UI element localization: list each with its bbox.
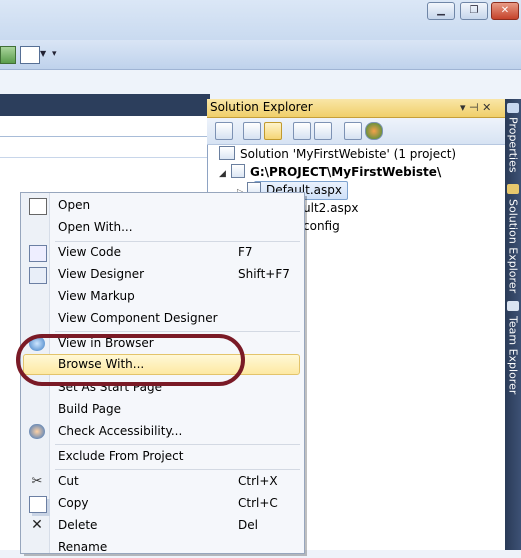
dock-tab-label: Properties bbox=[506, 117, 520, 173]
menu-separator bbox=[55, 444, 300, 445]
solution-explorer-icon bbox=[507, 184, 519, 194]
menu-item-label: Exclude From Project bbox=[58, 449, 184, 463]
show-all-files-icon[interactable] bbox=[264, 122, 282, 140]
dock-tab-properties[interactable]: Properties bbox=[505, 114, 521, 180]
open-file-icon bbox=[29, 198, 47, 215]
dock-tab-label: Team Explorer bbox=[506, 316, 520, 395]
menu-item-shortcut: Del bbox=[238, 518, 258, 532]
view-designer-icon bbox=[29, 267, 47, 284]
tree-node-config[interactable]: config bbox=[303, 217, 340, 235]
menu-item-view-designer[interactable]: View Designer Shift+F7 bbox=[23, 264, 300, 285]
annotation-ellipse bbox=[16, 334, 245, 386]
menu-item-view-component-designer[interactable]: View Component Designer bbox=[23, 308, 300, 329]
menu-item-open-with[interactable]: Open With... bbox=[23, 217, 300, 238]
editor-divider bbox=[0, 136, 210, 137]
refresh-icon[interactable] bbox=[243, 122, 261, 140]
solution-explorer-toolbar bbox=[207, 118, 505, 145]
menu-item-view-markup[interactable]: View Markup bbox=[23, 286, 300, 307]
menu-item-shortcut: Shift+F7 bbox=[238, 267, 290, 281]
menu-item-label: View Component Designer bbox=[58, 311, 218, 325]
menu-separator bbox=[55, 331, 300, 332]
dock-tab-solution-explorer[interactable]: Solution Explorer bbox=[505, 196, 521, 296]
toolbar-icon-left[interactable] bbox=[0, 46, 16, 64]
team-explorer-icon bbox=[507, 301, 519, 311]
solution-label: Solution 'MyFirstWebiste' (1 project) bbox=[240, 147, 457, 161]
menu-item-exclude-from-project[interactable]: Exclude From Project bbox=[23, 446, 300, 467]
document-tab-strip bbox=[0, 94, 210, 116]
tree-node-default2[interactable]: ult2.aspx bbox=[303, 199, 358, 217]
menu-item-label: Open bbox=[58, 198, 91, 212]
menu-item-label: Build Page bbox=[58, 402, 121, 416]
menu-item-label: Copy bbox=[58, 496, 89, 510]
website-icon bbox=[231, 164, 245, 178]
delete-icon: ✕ bbox=[31, 517, 43, 533]
dock-tab-team-explorer[interactable]: Team Explorer bbox=[505, 313, 521, 395]
editor-divider bbox=[0, 157, 210, 158]
menu-item-label: View Markup bbox=[58, 289, 135, 303]
solution-icon bbox=[219, 146, 235, 160]
menu-item-label: Check Accessibility... bbox=[58, 424, 183, 438]
view-code-icon[interactable] bbox=[293, 122, 311, 140]
menu-item-label: Rename bbox=[58, 540, 108, 554]
menu-item-rename[interactable]: Rename bbox=[23, 537, 300, 558]
menu-item-view-code[interactable]: View Code F7 bbox=[23, 242, 300, 263]
menu-item-open[interactable]: Open bbox=[23, 195, 300, 216]
solution-explorer-titlebar: Solution Explorer ▾ ⊣ ✕ bbox=[207, 99, 505, 118]
menu-item-label: View Designer bbox=[58, 267, 145, 281]
close-button[interactable]: ✕ bbox=[491, 2, 519, 20]
expanded-arrow-icon[interactable]: ◢ bbox=[219, 165, 231, 183]
menu-separator bbox=[55, 469, 300, 470]
menu-item-delete[interactable]: ✕ Delete Del bbox=[23, 515, 300, 536]
restore-icon: ❐ bbox=[469, 5, 479, 16]
dropdown-arrow-icon[interactable]: ▼ bbox=[40, 46, 48, 62]
close-icon: ✕ bbox=[500, 5, 510, 16]
dock-tab-label: Solution Explorer bbox=[506, 199, 520, 294]
menu-item-shortcut: F7 bbox=[238, 245, 253, 259]
file-label: ult2.aspx bbox=[303, 201, 359, 215]
window-titlebar: ▁ ❐ ✕ bbox=[0, 0, 521, 40]
copy-icon bbox=[29, 496, 47, 513]
nest-related-files-icon[interactable] bbox=[344, 122, 362, 140]
tree-node-project[interactable]: ◢ G:\PROJECT\MyFirstWebiste\ bbox=[219, 163, 441, 181]
restore-button[interactable]: ❐ bbox=[460, 2, 488, 20]
solution-explorer-title: Solution Explorer bbox=[210, 100, 313, 114]
menu-item-build-page[interactable]: Build Page bbox=[23, 399, 300, 420]
accessibility-icon bbox=[29, 424, 45, 439]
window-layout-icon[interactable] bbox=[20, 46, 40, 64]
menu-item-shortcut: Ctrl+C bbox=[238, 496, 278, 510]
toolbar-overflow-icon[interactable]: ▾ bbox=[52, 46, 60, 62]
file-label: config bbox=[303, 219, 340, 233]
properties-icon bbox=[507, 103, 519, 113]
project-label: G:\PROJECT\MyFirstWebiste\ bbox=[250, 165, 442, 179]
menu-item-cut[interactable]: ✂ Cut Ctrl+X bbox=[23, 471, 300, 492]
pin-close-controls[interactable]: ▾ ⊣ ✕ bbox=[460, 100, 491, 116]
tree-node-solution[interactable]: Solution 'MyFirstWebiste' (1 project) bbox=[219, 145, 456, 163]
minimize-button[interactable]: ▁ bbox=[427, 2, 455, 20]
view-code-icon bbox=[29, 245, 47, 262]
view-designer-icon[interactable] bbox=[314, 122, 332, 140]
menu-item-shortcut: Ctrl+X bbox=[238, 474, 278, 488]
menu-item-copy[interactable]: Copy Ctrl+C bbox=[23, 493, 300, 514]
menu-item-label: Cut bbox=[58, 474, 79, 488]
menu-item-label: Open With... bbox=[58, 220, 133, 234]
menu-item-label: Delete bbox=[58, 518, 98, 532]
asp-config-icon[interactable] bbox=[365, 122, 383, 140]
properties-icon[interactable] bbox=[215, 122, 233, 140]
main-toolbar: ▼ ▾ bbox=[0, 40, 521, 70]
menu-item-check-accessibility[interactable]: Check Accessibility... bbox=[23, 421, 300, 442]
minimize-icon: ▁ bbox=[437, 5, 445, 16]
scissors-icon: ✂ bbox=[31, 474, 43, 489]
menu-item-label: View Code bbox=[58, 245, 122, 259]
